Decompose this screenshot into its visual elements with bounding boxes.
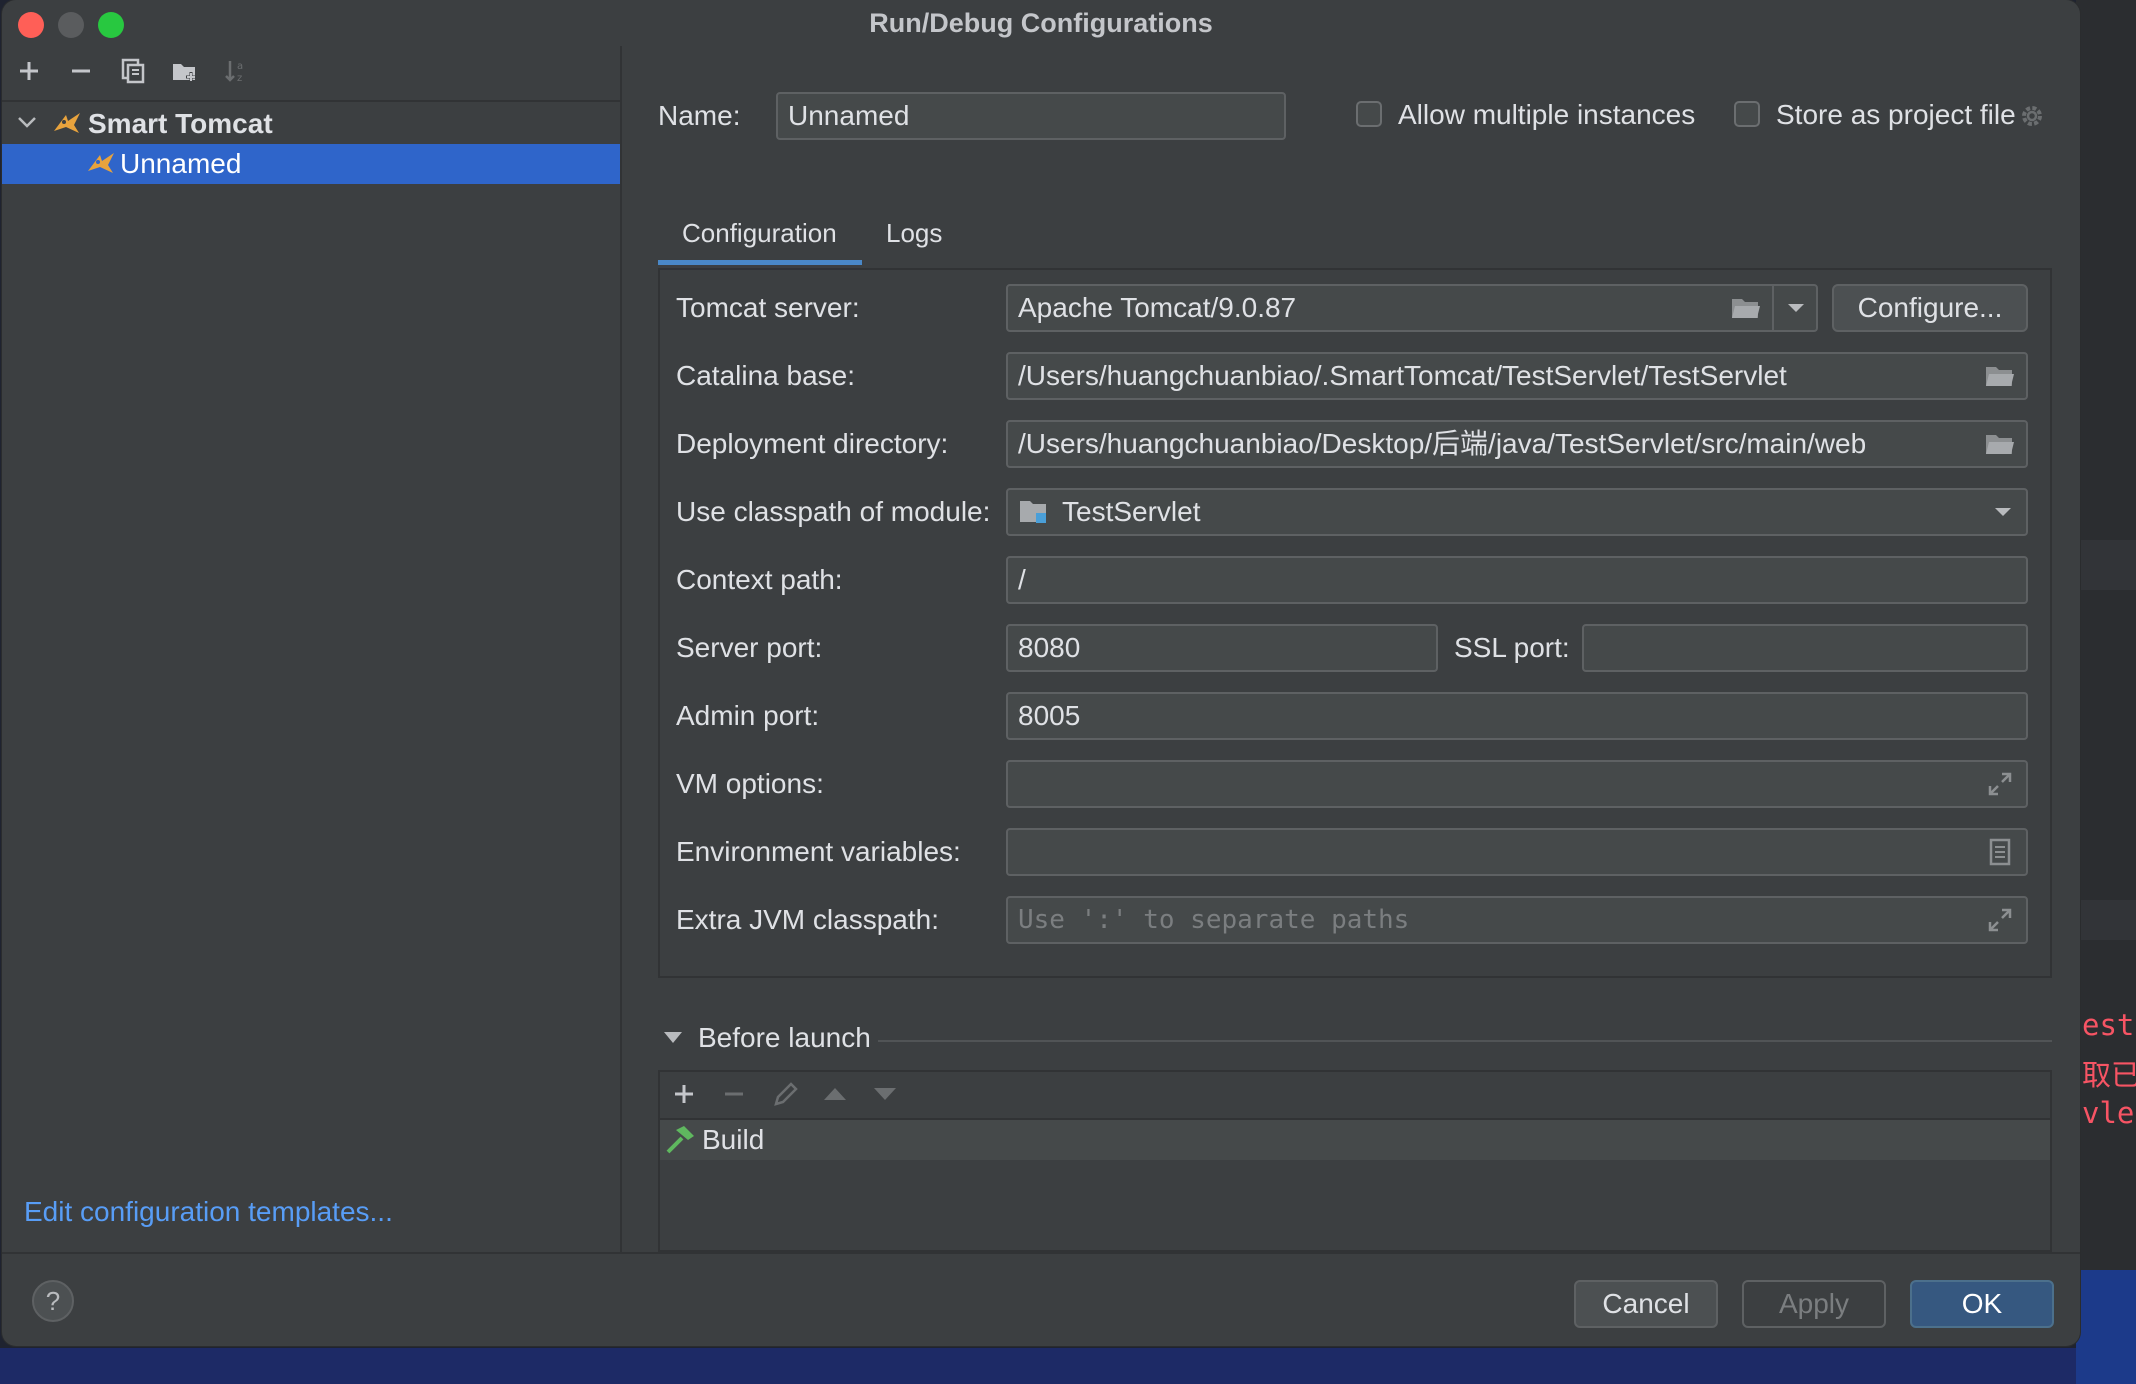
expand-icon[interactable] bbox=[1984, 768, 2016, 800]
expand-icon[interactable] bbox=[1984, 904, 2016, 936]
configure-button[interactable]: Configure... bbox=[1832, 284, 2028, 332]
context-path-field[interactable]: / bbox=[1006, 556, 2028, 604]
sort-icon[interactable]: az bbox=[222, 56, 252, 86]
tomcat-server-label: Tomcat server: bbox=[676, 292, 860, 323]
admin-port-field[interactable]: 8005 bbox=[1006, 692, 2028, 740]
extra-jvm-classpath-label: Extra JVM classpath: bbox=[676, 904, 939, 935]
chevron-down-icon[interactable] bbox=[1988, 496, 2018, 528]
folder-icon[interactable] bbox=[1982, 426, 2018, 462]
classpath-module-label: Use classpath of module: bbox=[676, 496, 991, 527]
edit-templates-link[interactable]: Edit configuration templates... bbox=[24, 1196, 393, 1228]
classpath-module-select[interactable]: TestServlet bbox=[1006, 488, 2028, 536]
help-button[interactable]: ? bbox=[32, 1280, 74, 1322]
copy-icon[interactable] bbox=[118, 56, 148, 86]
allow-multiple-checkbox[interactable] bbox=[1356, 101, 1382, 127]
folder-icon[interactable] bbox=[1982, 358, 2018, 394]
tomcat-icon bbox=[52, 109, 82, 144]
background-taskbar bbox=[2076, 1270, 2136, 1384]
cancel-button[interactable]: Cancel bbox=[1574, 1280, 1718, 1328]
divider bbox=[878, 1040, 2052, 1042]
tree-group-label: Smart Tomcat bbox=[88, 108, 273, 139]
list-item[interactable]: Build bbox=[660, 1120, 2050, 1160]
store-project-checkbox[interactable] bbox=[1734, 101, 1760, 127]
environment-variables-label: Environment variables: bbox=[676, 836, 961, 867]
gear-icon[interactable] bbox=[2018, 102, 2046, 135]
sidebar-toolbar: az bbox=[2, 46, 620, 102]
deployment-directory-label: Deployment directory: bbox=[676, 428, 949, 459]
context-path-label: Context path: bbox=[676, 564, 843, 595]
editor-highlight-strip bbox=[2076, 540, 2136, 590]
catalina-base-label: Catalina base: bbox=[676, 360, 856, 391]
tomcat-server-select[interactable]: Apache Tomcat/9.0.87 bbox=[1006, 284, 1818, 332]
move-down-icon[interactable] bbox=[872, 1084, 898, 1109]
remove-icon[interactable] bbox=[722, 1082, 746, 1111]
module-icon bbox=[1018, 496, 1050, 528]
tree-item-label: Unnamed bbox=[120, 148, 242, 179]
document-icon[interactable] bbox=[1984, 836, 2016, 868]
before-launch-toolbar bbox=[658, 1070, 2052, 1118]
dialog-footer: ? Cancel Apply OK bbox=[2, 1252, 2080, 1346]
background-desktop bbox=[0, 1348, 2076, 1384]
tree-group-smart-tomcat[interactable]: Smart Tomcat bbox=[2, 104, 620, 144]
ok-button[interactable]: OK bbox=[1910, 1280, 2054, 1328]
background-editor: estS 取已 vlet bbox=[2076, 0, 2136, 1270]
catalina-base-field[interactable]: /Users/huangchuanbiao/.SmartTomcat/TestS… bbox=[1006, 352, 2028, 400]
tomcat-icon bbox=[86, 149, 116, 184]
vm-options-field[interactable] bbox=[1006, 760, 2028, 808]
tomcat-server-value: Apache Tomcat/9.0.87 bbox=[1018, 292, 1297, 323]
chevron-down-icon[interactable] bbox=[16, 108, 38, 145]
folder-icon[interactable] bbox=[1728, 290, 1764, 326]
hammer-icon bbox=[664, 1124, 696, 1161]
triangle-down-icon[interactable] bbox=[662, 1030, 684, 1051]
vm-options-label: VM options: bbox=[676, 768, 824, 799]
before-launch-label: Before launch bbox=[698, 1022, 871, 1053]
svg-text:z: z bbox=[237, 73, 242, 84]
edit-icon[interactable] bbox=[772, 1080, 800, 1113]
ssl-port-field[interactable] bbox=[1582, 624, 2028, 672]
name-field[interactable]: Unnamed bbox=[776, 92, 1286, 140]
editor-code-line: vlet bbox=[2082, 1096, 2136, 1130]
environment-variables-field[interactable] bbox=[1006, 828, 2028, 876]
remove-icon[interactable] bbox=[66, 56, 96, 86]
admin-port-label: Admin port: bbox=[676, 700, 820, 731]
editor-code-line: 取已 bbox=[2082, 1058, 2136, 1092]
editor-code-line: estS bbox=[2082, 1008, 2136, 1042]
tab-configuration[interactable]: Configuration bbox=[682, 218, 837, 249]
add-icon[interactable] bbox=[14, 56, 44, 86]
name-label: Name: bbox=[658, 100, 741, 131]
configurations-sidebar: az Smart Tomcat Unnamed Edit configurati… bbox=[2, 46, 622, 1252]
tab-logs[interactable]: Logs bbox=[886, 218, 942, 249]
chevron-down-icon[interactable] bbox=[1772, 284, 1818, 332]
tree-item-unnamed[interactable]: Unnamed bbox=[2, 144, 620, 184]
deployment-directory-field[interactable]: /Users/huangchuanbiao/Desktop/后端/java/Te… bbox=[1006, 420, 2028, 468]
classpath-module-value: TestServlet bbox=[1062, 496, 1201, 527]
before-launch-list: Build bbox=[658, 1118, 2052, 1252]
apply-button[interactable]: Apply bbox=[1742, 1280, 1886, 1328]
build-label: Build bbox=[702, 1124, 765, 1155]
svg-text:a: a bbox=[237, 61, 243, 72]
active-tab-indicator bbox=[658, 260, 862, 265]
server-port-field[interactable]: 8080 bbox=[1006, 624, 1438, 672]
store-project-label: Store as project file bbox=[1776, 99, 2016, 130]
editor-highlight-strip bbox=[2076, 900, 2136, 940]
ssl-port-label: SSL port: bbox=[1454, 632, 1570, 663]
server-port-label: Server port: bbox=[676, 632, 823, 663]
title-bar: Run/Debug Configurations bbox=[2, 0, 2080, 46]
add-icon[interactable] bbox=[672, 1082, 696, 1111]
extra-jvm-classpath-field[interactable]: Use ':' to separate paths bbox=[1006, 896, 2028, 944]
move-up-icon[interactable] bbox=[822, 1084, 848, 1109]
window-title: Run/Debug Configurations bbox=[869, 8, 1213, 38]
new-folder-icon[interactable] bbox=[170, 56, 200, 86]
allow-multiple-label: Allow multiple instances bbox=[1398, 99, 1696, 130]
run-debug-dialog: Run/Debug Configurations az Smart Tomcat… bbox=[2, 0, 2080, 1346]
